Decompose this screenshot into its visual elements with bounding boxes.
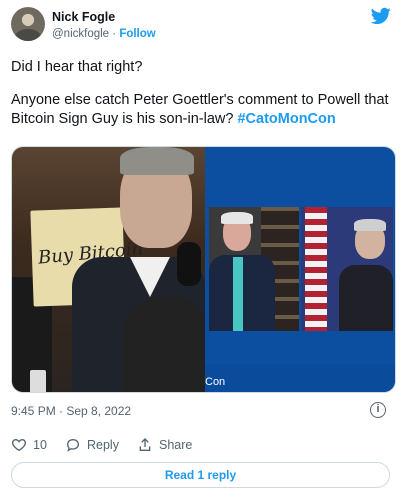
avatar[interactable] (11, 7, 45, 41)
action-bar: 10 Reply Share (11, 435, 391, 455)
speaker-tie (233, 257, 243, 331)
like-count: 10 (33, 438, 47, 452)
video-tile-left (209, 207, 299, 331)
caption-bar: Con (205, 364, 395, 392)
read-replies-button[interactable]: Read 1 reply (11, 462, 390, 488)
share-button[interactable]: Share (137, 435, 192, 455)
video-call-image: Con (205, 147, 395, 392)
tweet-text: Did I hear that right? Anyone else catch… (11, 58, 389, 143)
foreground-person (122, 297, 205, 392)
tweet-header: Nick Fogle @nickfogle · Follow (11, 7, 391, 47)
water-cup (30, 370, 46, 392)
guest-body (339, 265, 393, 331)
us-flag (305, 207, 327, 331)
user-display-name[interactable]: Nick Fogle (52, 10, 115, 24)
reply-bubble-icon (66, 438, 80, 452)
hashtag-link[interactable]: #CatoMonCon (237, 111, 335, 127)
man-in-suit-hair (120, 147, 194, 175)
tweet-card: Nick Fogle @nickfogle · Follow Did I hea… (0, 0, 400, 500)
tweet-line-2: Anyone else catch Peter Goettler's comme… (11, 91, 389, 129)
handle-row: @nickfogle · Follow (52, 28, 156, 40)
video-tile-right (301, 207, 393, 331)
user-handle[interactable]: @nickfogle (52, 28, 109, 40)
hearing-room-image: Buy Bitcoin (12, 147, 205, 392)
microphone (177, 242, 201, 286)
share-icon (139, 438, 151, 451)
twitter-bird-icon[interactable] (371, 7, 391, 25)
avatar-shoulders (15, 29, 41, 41)
reply-button[interactable]: Reply (65, 435, 119, 455)
heart-icon (11, 438, 27, 452)
follow-button[interactable]: Follow (119, 28, 155, 40)
like-button[interactable]: 10 (11, 435, 47, 455)
handle-separator: · (112, 28, 117, 40)
reply-label: Reply (87, 438, 119, 452)
caption-fragment: Con (205, 376, 226, 388)
tweet-line-1: Did I hear that right? (11, 59, 143, 75)
tweet-media[interactable]: Buy Bitcoin Con (11, 146, 396, 393)
guest-hair (354, 219, 386, 231)
share-label: Share (159, 438, 193, 452)
info-icon[interactable]: i (370, 402, 386, 418)
timestamp[interactable]: 9:45 PM · Sep 8, 2022 (11, 404, 131, 418)
speaker-hair (221, 212, 253, 224)
